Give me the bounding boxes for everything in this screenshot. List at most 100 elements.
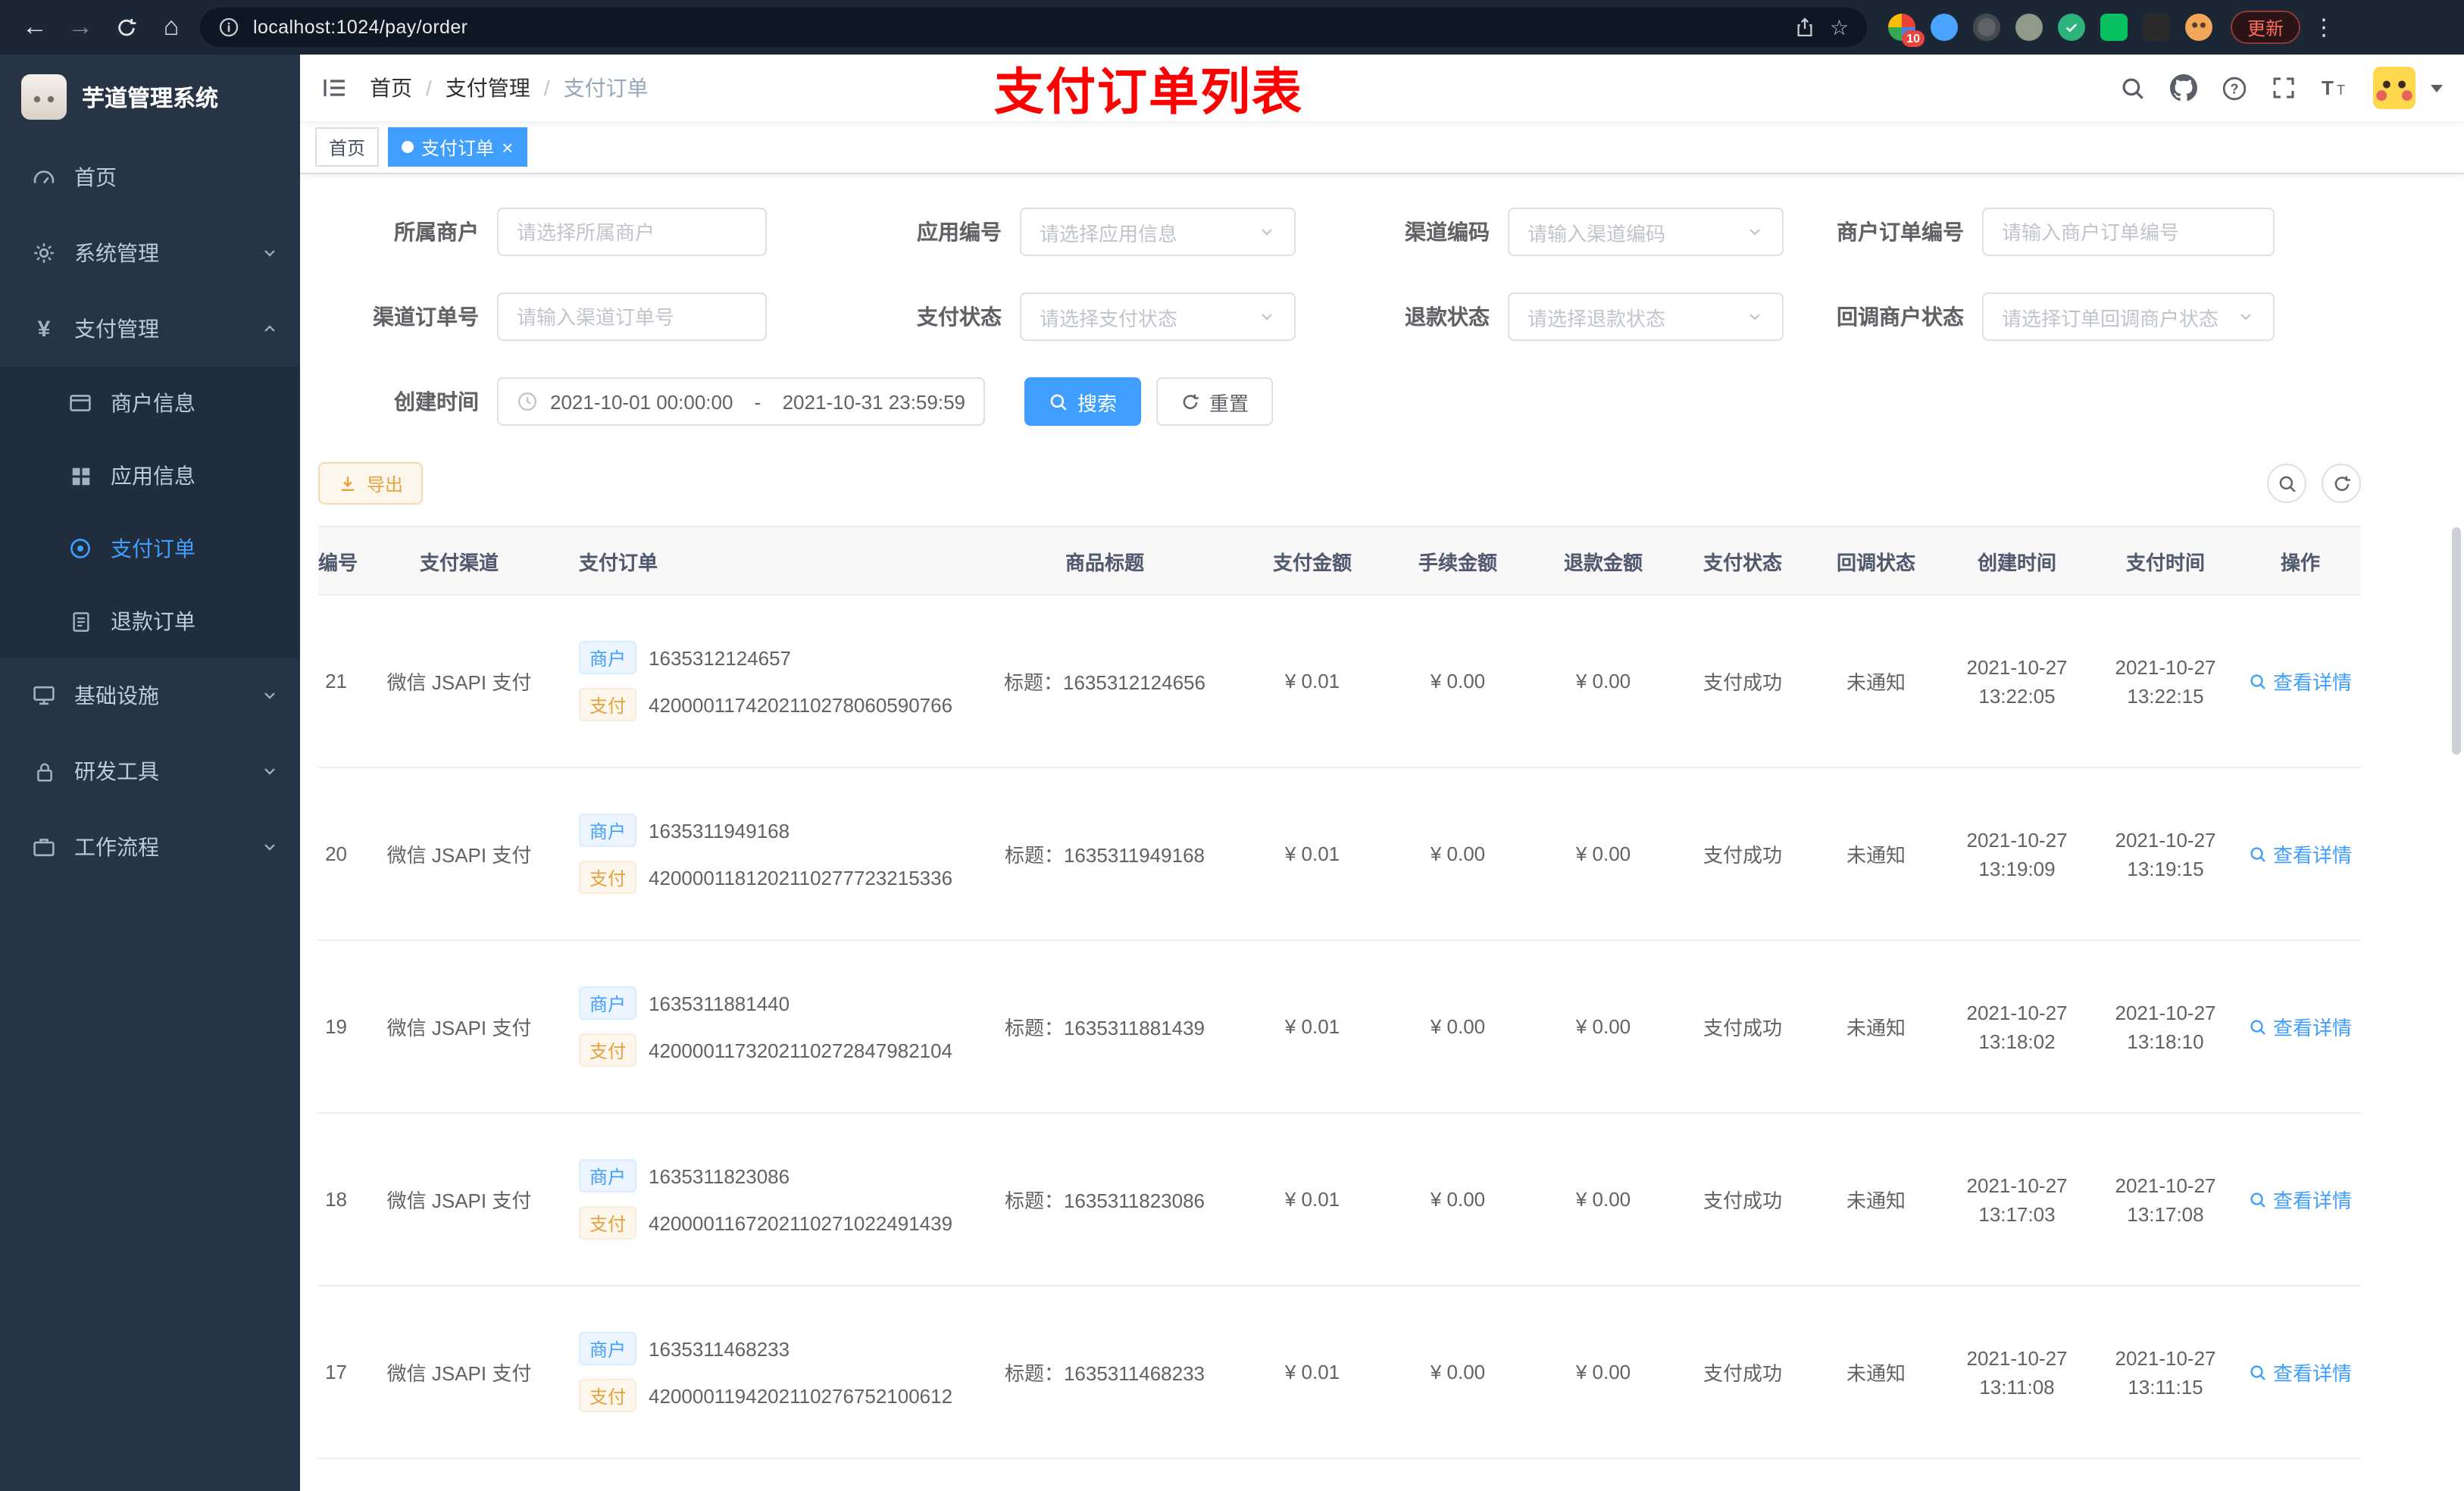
github-icon[interactable] bbox=[2170, 74, 2197, 102]
browser-update-button[interactable]: 更新 bbox=[2231, 11, 2301, 44]
fullscreen-icon[interactable] bbox=[2272, 76, 2296, 100]
browser-menu-icon[interactable]: ⋮ bbox=[2312, 14, 2335, 41]
sidebar-item-pay-order[interactable]: 支付订单 bbox=[0, 512, 300, 585]
cell-create-time: 2021-10-27 13:17:03 bbox=[1943, 1113, 2091, 1286]
site-info-icon[interactable] bbox=[218, 17, 239, 38]
merchant-order-no-input[interactable] bbox=[1982, 208, 2275, 256]
cell-pay-time: 2021-10-27 13:22:15 bbox=[2091, 595, 2240, 768]
search-icon[interactable] bbox=[2120, 75, 2146, 101]
url-text[interactable]: localhost:1024/pay/order bbox=[253, 17, 1781, 38]
breadcrumb-home[interactable]: 首页 bbox=[370, 73, 412, 103]
table-row-partial: 商户1635311157 bbox=[318, 1458, 2361, 1491]
back-icon[interactable]: ← bbox=[12, 6, 58, 48]
page-annotation: 支付订单列表 bbox=[994, 64, 1303, 120]
extension-icon[interactable] bbox=[1973, 14, 2000, 41]
pay-tag: 支付 bbox=[579, 1379, 637, 1412]
cell-title: 标题：1635311823086 bbox=[970, 1113, 1240, 1286]
cell-id: 19 bbox=[318, 940, 361, 1114]
cell-pay-order: 商户 1635312124657 支付 4200001174202110278060… bbox=[558, 595, 970, 768]
extension-icon[interactable] bbox=[2015, 14, 2043, 41]
breadcrumb: 首页 支付管理 支付订单 bbox=[370, 73, 649, 103]
app-select[interactable]: 请选择应用信息 bbox=[1020, 208, 1296, 256]
browser-toolbar: ← → ⌂ localhost:1024/pay/order ☆ 10 更新 ⋮ bbox=[0, 0, 2464, 55]
profile-avatar-icon[interactable] bbox=[2185, 14, 2212, 41]
cell-pay-time: 2021-10-27 13:17:08 bbox=[2091, 1113, 2240, 1286]
caret-down-icon[interactable] bbox=[2431, 84, 2443, 92]
view-detail-link[interactable]: 查看详情 bbox=[2249, 839, 2352, 868]
channel-order-no-input[interactable] bbox=[497, 292, 767, 341]
question-icon[interactable]: ? bbox=[2222, 75, 2247, 101]
cell-actions: 查看详情 bbox=[2240, 1286, 2361, 1459]
col-amount: 支付金额 bbox=[1240, 526, 1385, 595]
cell-pay-order: 商户 1635311949168 支付 4200001181202110277723… bbox=[558, 767, 970, 941]
col-status: 支付状态 bbox=[1676, 526, 1809, 595]
reload-icon[interactable] bbox=[103, 6, 149, 48]
breadcrumb-payment[interactable]: 支付管理 bbox=[412, 73, 530, 103]
merchant-tag: 商户 bbox=[579, 986, 637, 1020]
reset-button[interactable]: 重置 bbox=[1156, 377, 1274, 426]
user-avatar[interactable] bbox=[2373, 67, 2416, 109]
channel-code-select[interactable]: 请输入渠道编码 bbox=[1508, 208, 1784, 256]
sidebar-toggle-icon[interactable] bbox=[300, 74, 370, 102]
sidebar-item-label: 系统管理 bbox=[74, 241, 159, 265]
refresh-icon[interactable] bbox=[2322, 464, 2361, 503]
extension-icon[interactable]: 10 bbox=[1888, 14, 1925, 47]
cell-id: 18 bbox=[318, 1113, 361, 1286]
yen-icon: ¥ bbox=[37, 316, 51, 342]
address-bar[interactable]: localhost:1024/pay/order ☆ bbox=[200, 8, 1867, 47]
cell-amount: ¥ 0.01 bbox=[1240, 1286, 1385, 1459]
pay-tag: 支付 bbox=[579, 688, 637, 721]
view-detail-link[interactable]: 查看详情 bbox=[2249, 1012, 2352, 1041]
share-icon[interactable] bbox=[1795, 17, 1816, 38]
view-detail-link[interactable]: 查看详情 bbox=[2249, 1185, 2352, 1214]
sidebar-item-dev-tools[interactable]: 研发工具 bbox=[0, 733, 300, 809]
search-button[interactable]: 搜索 bbox=[1024, 377, 1142, 426]
sidebar-item-payment[interactable]: ¥ 支付管理 bbox=[0, 291, 300, 367]
create-time-range-picker[interactable]: 2021-10-01 00:00:00 - 2021-10-31 23:59:5… bbox=[497, 377, 985, 426]
cell-status: 支付成功 bbox=[1676, 595, 1809, 768]
cell-refund: ¥ 0.00 bbox=[1531, 1113, 1676, 1286]
callback-status-select[interactable]: 请选择订单回调商户状态 bbox=[1982, 292, 2275, 341]
sidebar-item-merchant-info[interactable]: 商户信息 bbox=[0, 367, 300, 439]
browser-extensions: 10 bbox=[1888, 14, 2212, 47]
cell-amount: ¥ 0.01 bbox=[1240, 595, 1385, 768]
col-pay-time: 支付时间 bbox=[2091, 526, 2240, 595]
tab-home[interactable]: 首页 bbox=[315, 127, 380, 167]
extensions-puzzle-icon[interactable] bbox=[2143, 14, 2170, 41]
scrollbar-thumb[interactable] bbox=[2452, 527, 2461, 755]
view-detail-link[interactable]: 查看详情 bbox=[2249, 1358, 2352, 1386]
extension-badge: 10 bbox=[1902, 30, 1925, 47]
sidebar-item-home[interactable]: 首页 bbox=[0, 139, 300, 215]
cell-pay-order: 商户 1635311823086 支付 4200001167202110271022… bbox=[558, 1113, 970, 1286]
font-size-icon[interactable]: TT bbox=[2320, 76, 2349, 100]
tab-pay-order[interactable]: 支付订单 × bbox=[388, 127, 527, 167]
forward-icon[interactable]: → bbox=[58, 6, 103, 48]
cell-title: 标题：1635311949168 bbox=[970, 767, 1240, 941]
home-icon[interactable]: ⌂ bbox=[149, 6, 194, 48]
pay-tag: 支付 bbox=[579, 861, 637, 894]
cell-refund: ¥ 0.00 bbox=[1531, 940, 1676, 1114]
extension-icon[interactable] bbox=[2100, 14, 2128, 41]
bookmark-star-icon[interactable]: ☆ bbox=[1830, 14, 1849, 40]
active-dot-icon bbox=[402, 141, 414, 153]
close-icon[interactable]: × bbox=[502, 137, 513, 157]
sidebar-item-refund-order[interactable]: 退款订单 bbox=[0, 585, 300, 658]
table-row: 17 微信 JSAPI 支付 商户 1635311468233 支付 4200001… bbox=[318, 1286, 2361, 1459]
sidebar-item-workflow[interactable]: 工作流程 bbox=[0, 809, 300, 885]
export-button[interactable]: 导出 bbox=[318, 462, 424, 505]
cell-refund: ¥ 0.00 bbox=[1531, 595, 1676, 768]
cell-status: 支付成功 bbox=[1676, 1113, 1809, 1286]
toggle-search-icon[interactable] bbox=[2267, 464, 2306, 503]
filter-label: 应用编号 bbox=[917, 220, 1002, 244]
extension-icon[interactable] bbox=[1931, 14, 1958, 41]
sidebar-item-app-info[interactable]: 应用信息 bbox=[0, 439, 300, 512]
extension-icon[interactable] bbox=[2058, 14, 2085, 41]
view-detail-link[interactable]: 查看详情 bbox=[2249, 667, 2352, 695]
sidebar-item-infra[interactable]: 基础设施 bbox=[0, 658, 300, 733]
merchant-tag: 商户 bbox=[579, 1332, 637, 1365]
pay-status-select[interactable]: 请选择支付状态 bbox=[1020, 292, 1296, 341]
sidebar-item-system[interactable]: 系统管理 bbox=[0, 215, 300, 291]
refund-status-select[interactable]: 请选择退款状态 bbox=[1508, 292, 1784, 341]
merchant-input[interactable] bbox=[497, 208, 767, 256]
grid-icon bbox=[67, 464, 94, 487]
